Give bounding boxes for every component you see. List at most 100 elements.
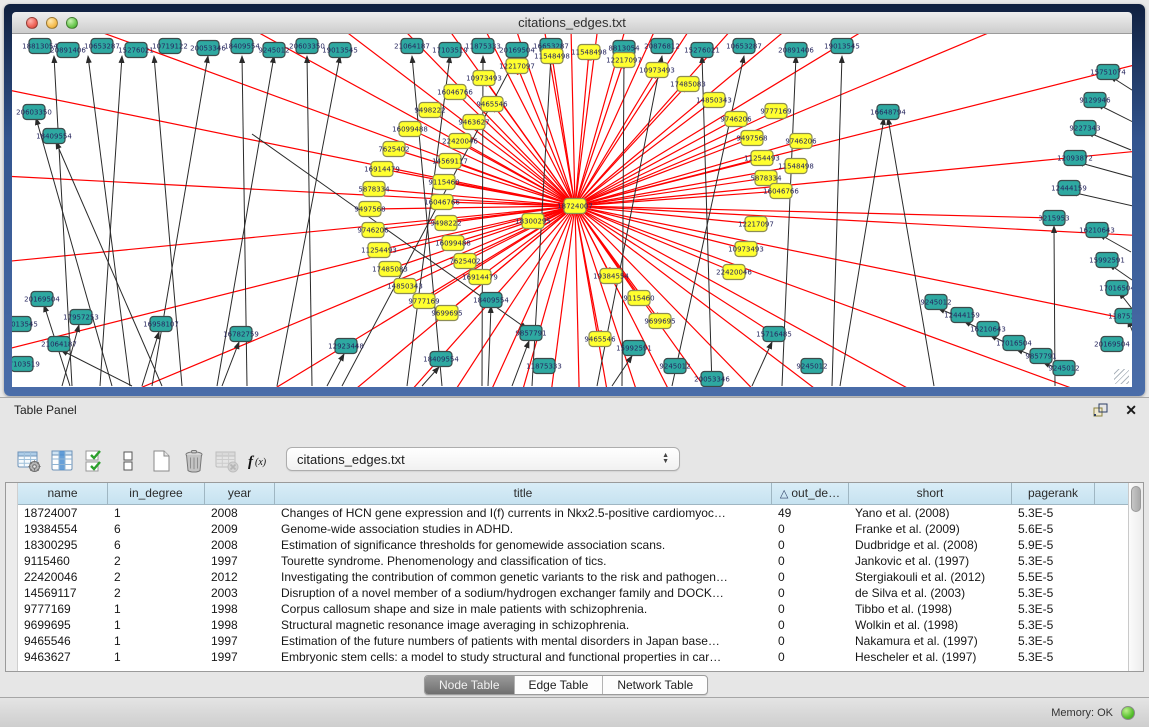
column-header-name[interactable]: name (18, 483, 108, 504)
graph-node[interactable]: 9245012 (659, 359, 690, 374)
graph-node[interactable]: 12217097 (738, 217, 774, 232)
table-cell[interactable]: Estimation of the future numbers of pati… (275, 633, 772, 649)
graph-node[interactable]: 20603350 (289, 39, 325, 54)
graph-node[interactable]: 10973493 (466, 71, 502, 86)
column-header-pagerank[interactable]: pagerank (1012, 483, 1095, 504)
table-cell[interactable]: 18300295 (18, 537, 108, 553)
graph-node[interactable]: 3215953 (1038, 211, 1069, 226)
table-cell[interactable]: 0 (772, 617, 849, 633)
graph-node[interactable]: 20169504 (24, 292, 60, 307)
table-cell[interactable]: Nakamura et al. (1997) (849, 633, 1012, 649)
graph-node[interactable]: 9115460 (623, 291, 654, 306)
table-cell[interactable]: Tibbo et al. (1998) (849, 601, 1012, 617)
table-settings-icon[interactable] (14, 446, 44, 476)
table-cell[interactable]: 1 (108, 601, 205, 617)
table-cell[interactable]: 2012 (205, 569, 275, 585)
graph-node[interactable]: 12923448 (328, 339, 364, 354)
table-cell[interactable]: 1 (108, 633, 205, 649)
graph-node[interactable]: 19384554 (593, 269, 629, 284)
graph-node[interactable]: 9465546 (584, 332, 616, 347)
graph-node[interactable]: 12093872 (1057, 151, 1093, 166)
graph-node[interactable]: 15992591 (616, 341, 652, 356)
graph-node[interactable]: 10973493 (639, 63, 675, 78)
table-cell[interactable]: Changes of HCN gene expression and I(f) … (275, 505, 772, 521)
graph-node[interactable]: 11254493 (361, 243, 397, 258)
table-row[interactable]: 1456911722003Disruption of a novel membe… (18, 585, 1128, 601)
graph-node[interactable]: 16099488 (435, 236, 471, 251)
graph-node[interactable]: 19013545 (322, 43, 358, 58)
table-row[interactable]: 977716911998Corpus callosum shape and si… (18, 601, 1128, 617)
graph-node[interactable]: 9245012 (258, 43, 289, 58)
table-cell[interactable]: 0 (772, 553, 849, 569)
function-builder-icon[interactable]: f (x) (245, 446, 275, 476)
column-header-short[interactable]: short (849, 483, 1012, 504)
graph-node[interactable]: 17016504 (996, 336, 1032, 351)
delete-column-icon[interactable] (179, 446, 209, 476)
graph-node[interactable]: 11254493 (744, 151, 780, 166)
network-canvas[interactable]: 1881305420891406106532871527602110719122… (12, 34, 1132, 387)
network-window-titlebar[interactable]: citations_edges.txt (12, 12, 1132, 34)
graph-node[interactable]: 9227343 (1069, 121, 1100, 136)
graph-node[interactable]: 18409554 (36, 129, 72, 144)
show-column-icon[interactable] (47, 446, 77, 476)
graph-node[interactable]: 10719122 (152, 39, 188, 54)
table-cell[interactable]: 5.6E-5 (1012, 521, 1095, 537)
graph-node[interactable]: 20891406 (778, 43, 814, 58)
table-cell[interactable]: 9115460 (18, 553, 108, 569)
table-cell[interactable]: 0 (772, 569, 849, 585)
table-cell[interactable]: Structural magnetic resonance image aver… (275, 617, 772, 633)
graph-node[interactable]: 17103519 (432, 43, 468, 58)
graph-node[interactable]: 15751074 (1090, 65, 1126, 80)
graph-node[interactable]: 9857791 (1025, 349, 1056, 364)
graph-node[interactable]: 20603350 (16, 105, 52, 120)
graph-node[interactable]: 9746206 (785, 134, 817, 149)
graph-node[interactable]: 9699695 (431, 306, 462, 321)
graph-node[interactable]: 19013545 (12, 317, 38, 332)
graph-node[interactable]: 7625402 (449, 254, 480, 269)
graph-node[interactable]: 9245012 (796, 359, 827, 374)
table-cell[interactable]: Disruption of a novel member of a sodium… (275, 585, 772, 601)
graph-node[interactable]: 9245012 (920, 295, 951, 310)
table-cell[interactable]: de Silva et al. (2003) (849, 585, 1012, 601)
table-cell[interactable]: 6 (108, 521, 205, 537)
graph-node[interactable]: 9777169 (760, 104, 791, 119)
graph-node[interactable]: 9746206 (357, 223, 389, 238)
graph-node[interactable]: 11875333 (1108, 309, 1132, 324)
graph-node[interactable]: 12444159 (1051, 181, 1087, 196)
graph-node[interactable]: 14850343 (696, 93, 732, 108)
graph-node[interactable]: 9129946 (1079, 93, 1111, 108)
table-cell[interactable]: Tourette syndrome. Phenomenology and cla… (275, 553, 772, 569)
table-cell[interactable]: Investigating the contribution of common… (275, 569, 772, 585)
graph-node[interactable]: 9777169 (408, 294, 439, 309)
table-row[interactable]: 946362711997Embryonic stem cells: a mode… (18, 649, 1128, 665)
graph-node[interactable]: 20053346 (694, 372, 730, 387)
table-cell[interactable]: 0 (772, 649, 849, 665)
graph-node[interactable]: 9857791 (515, 326, 546, 341)
graph-node[interactable]: 9465546 (476, 97, 508, 112)
graph-node[interactable]: 16958107 (143, 317, 179, 332)
table-cell[interactable]: Jankovic et al. (1997) (849, 553, 1012, 569)
table-cell[interactable]: 5.3E-5 (1012, 601, 1095, 617)
table-cell[interactable]: 1 (108, 649, 205, 665)
close-panel-icon[interactable]: ✕ (1125, 403, 1137, 417)
table-cell[interactable]: Yano et al. (2008) (849, 505, 1012, 521)
tab-node-table[interactable]: Node Table (425, 676, 514, 694)
table-cell[interactable]: 5.3E-5 (1012, 505, 1095, 521)
table-cell[interactable]: Wolkin et al. (1998) (849, 617, 1012, 633)
table-cell[interactable]: 2003 (205, 585, 275, 601)
graph-node[interactable]: 20169504 (499, 43, 535, 58)
table-row[interactable]: 911546021997Tourette syndrome. Phenomeno… (18, 553, 1128, 569)
table-cell[interactable]: Dudbridge et al. (2008) (849, 537, 1012, 553)
citation-network-graph[interactable]: 1881305420891406106532871527602110719122… (12, 34, 1132, 387)
graph-node[interactable]: 15276021 (118, 43, 154, 58)
table-cell[interactable]: 18724007 (18, 505, 108, 521)
table-scrollbar[interactable] (1128, 483, 1143, 671)
table-cell[interactable]: Genome-wide association studies in ADHD. (275, 521, 772, 537)
table-cell[interactable]: 0 (772, 585, 849, 601)
graph-node[interactable]: 18409554 (423, 352, 459, 367)
graph-node[interactable]: 16046766 (437, 85, 473, 100)
table-cell[interactable]: 49 (772, 505, 849, 521)
graph-node[interactable]: 9497568 (736, 131, 767, 146)
table-cell[interactable]: 6 (108, 537, 205, 553)
graph-node[interactable]: 18409554 (224, 39, 260, 54)
